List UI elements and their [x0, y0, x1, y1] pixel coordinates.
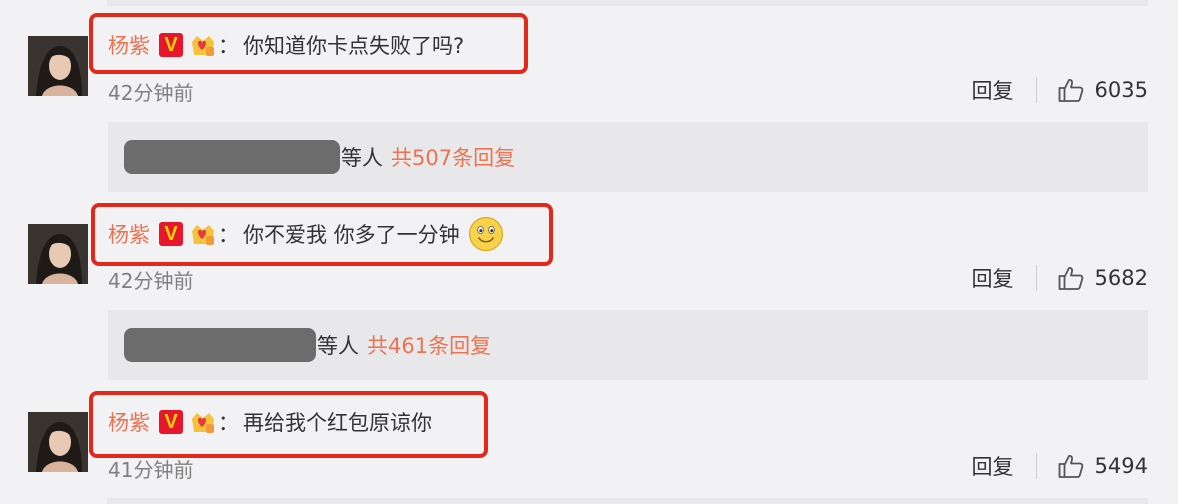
- colon: ：: [218, 223, 239, 247]
- colon: ：: [218, 34, 239, 58]
- colon: ：: [218, 411, 239, 435]
- timestamp: 42分钟前: [108, 269, 194, 293]
- avatar[interactable]: [28, 412, 88, 472]
- comment-actions: 回复 5682: [972, 263, 1148, 293]
- reply-button[interactable]: 回复: [972, 263, 1014, 293]
- username-link[interactable]: 杨紫: [108, 219, 150, 249]
- redacted-usernames: [124, 328, 316, 362]
- total-replies-link[interactable]: 共507条回复: [391, 142, 515, 172]
- comment-actions: 回复 5494: [972, 451, 1148, 481]
- comment-text: 你不爱我 你多了一分钟: [243, 223, 460, 247]
- divider: [1035, 265, 1037, 291]
- crown-heart-icon: [189, 220, 217, 248]
- replies-summary[interactable]: 等人 共507条回复: [108, 122, 1148, 192]
- comment-text: 你知道你卡点失败了吗?: [243, 34, 465, 58]
- username-link[interactable]: 杨紫: [108, 30, 150, 60]
- divider: [1035, 453, 1037, 479]
- comment-line: 杨紫 V ： 你知道你卡点失败了吗?: [108, 27, 464, 63]
- comment-text: 再给我个红包原谅你: [243, 411, 432, 435]
- replies-summary[interactable]: 等人 共461条回复: [108, 310, 1148, 380]
- reply-button[interactable]: 回复: [972, 451, 1014, 481]
- avatar[interactable]: [28, 224, 88, 284]
- replies-suffix: 等人: [317, 334, 359, 358]
- previous-reply-box-edge: [107, 0, 1148, 6]
- timestamp: 42分钟前: [108, 81, 194, 105]
- next-reply-box-edge: [107, 498, 1148, 504]
- reply-button[interactable]: 回复: [972, 75, 1014, 105]
- crown-heart-icon: [189, 408, 217, 436]
- comment-line: 杨紫 V ： 再给我个红包原谅你: [108, 404, 432, 440]
- crown-heart-icon: [189, 31, 217, 59]
- comment-actions: 回复 6035: [972, 75, 1148, 105]
- timestamp: 41分钟前: [108, 458, 194, 482]
- like-count: 5682: [1094, 266, 1148, 290]
- like-count: 6035: [1094, 78, 1148, 102]
- replies-suffix: 等人: [341, 146, 383, 170]
- divider: [1035, 77, 1037, 103]
- avatar[interactable]: [28, 36, 88, 96]
- username-link[interactable]: 杨紫: [108, 407, 150, 437]
- smiley-face-icon: [468, 216, 504, 252]
- total-replies-link[interactable]: 共461条回复: [367, 330, 491, 360]
- thumbs-up-icon[interactable]: [1057, 264, 1085, 292]
- thumbs-up-icon[interactable]: [1057, 76, 1085, 104]
- verified-v-icon: V: [159, 222, 183, 246]
- comment-line: 杨紫 V ： 你不爱我 你多了一分钟: [108, 216, 504, 252]
- thumbs-up-icon[interactable]: [1057, 452, 1085, 480]
- verified-v-icon: V: [159, 410, 183, 434]
- redacted-usernames: [124, 140, 340, 174]
- verified-v-icon: V: [159, 33, 183, 57]
- like-count: 5494: [1094, 454, 1148, 478]
